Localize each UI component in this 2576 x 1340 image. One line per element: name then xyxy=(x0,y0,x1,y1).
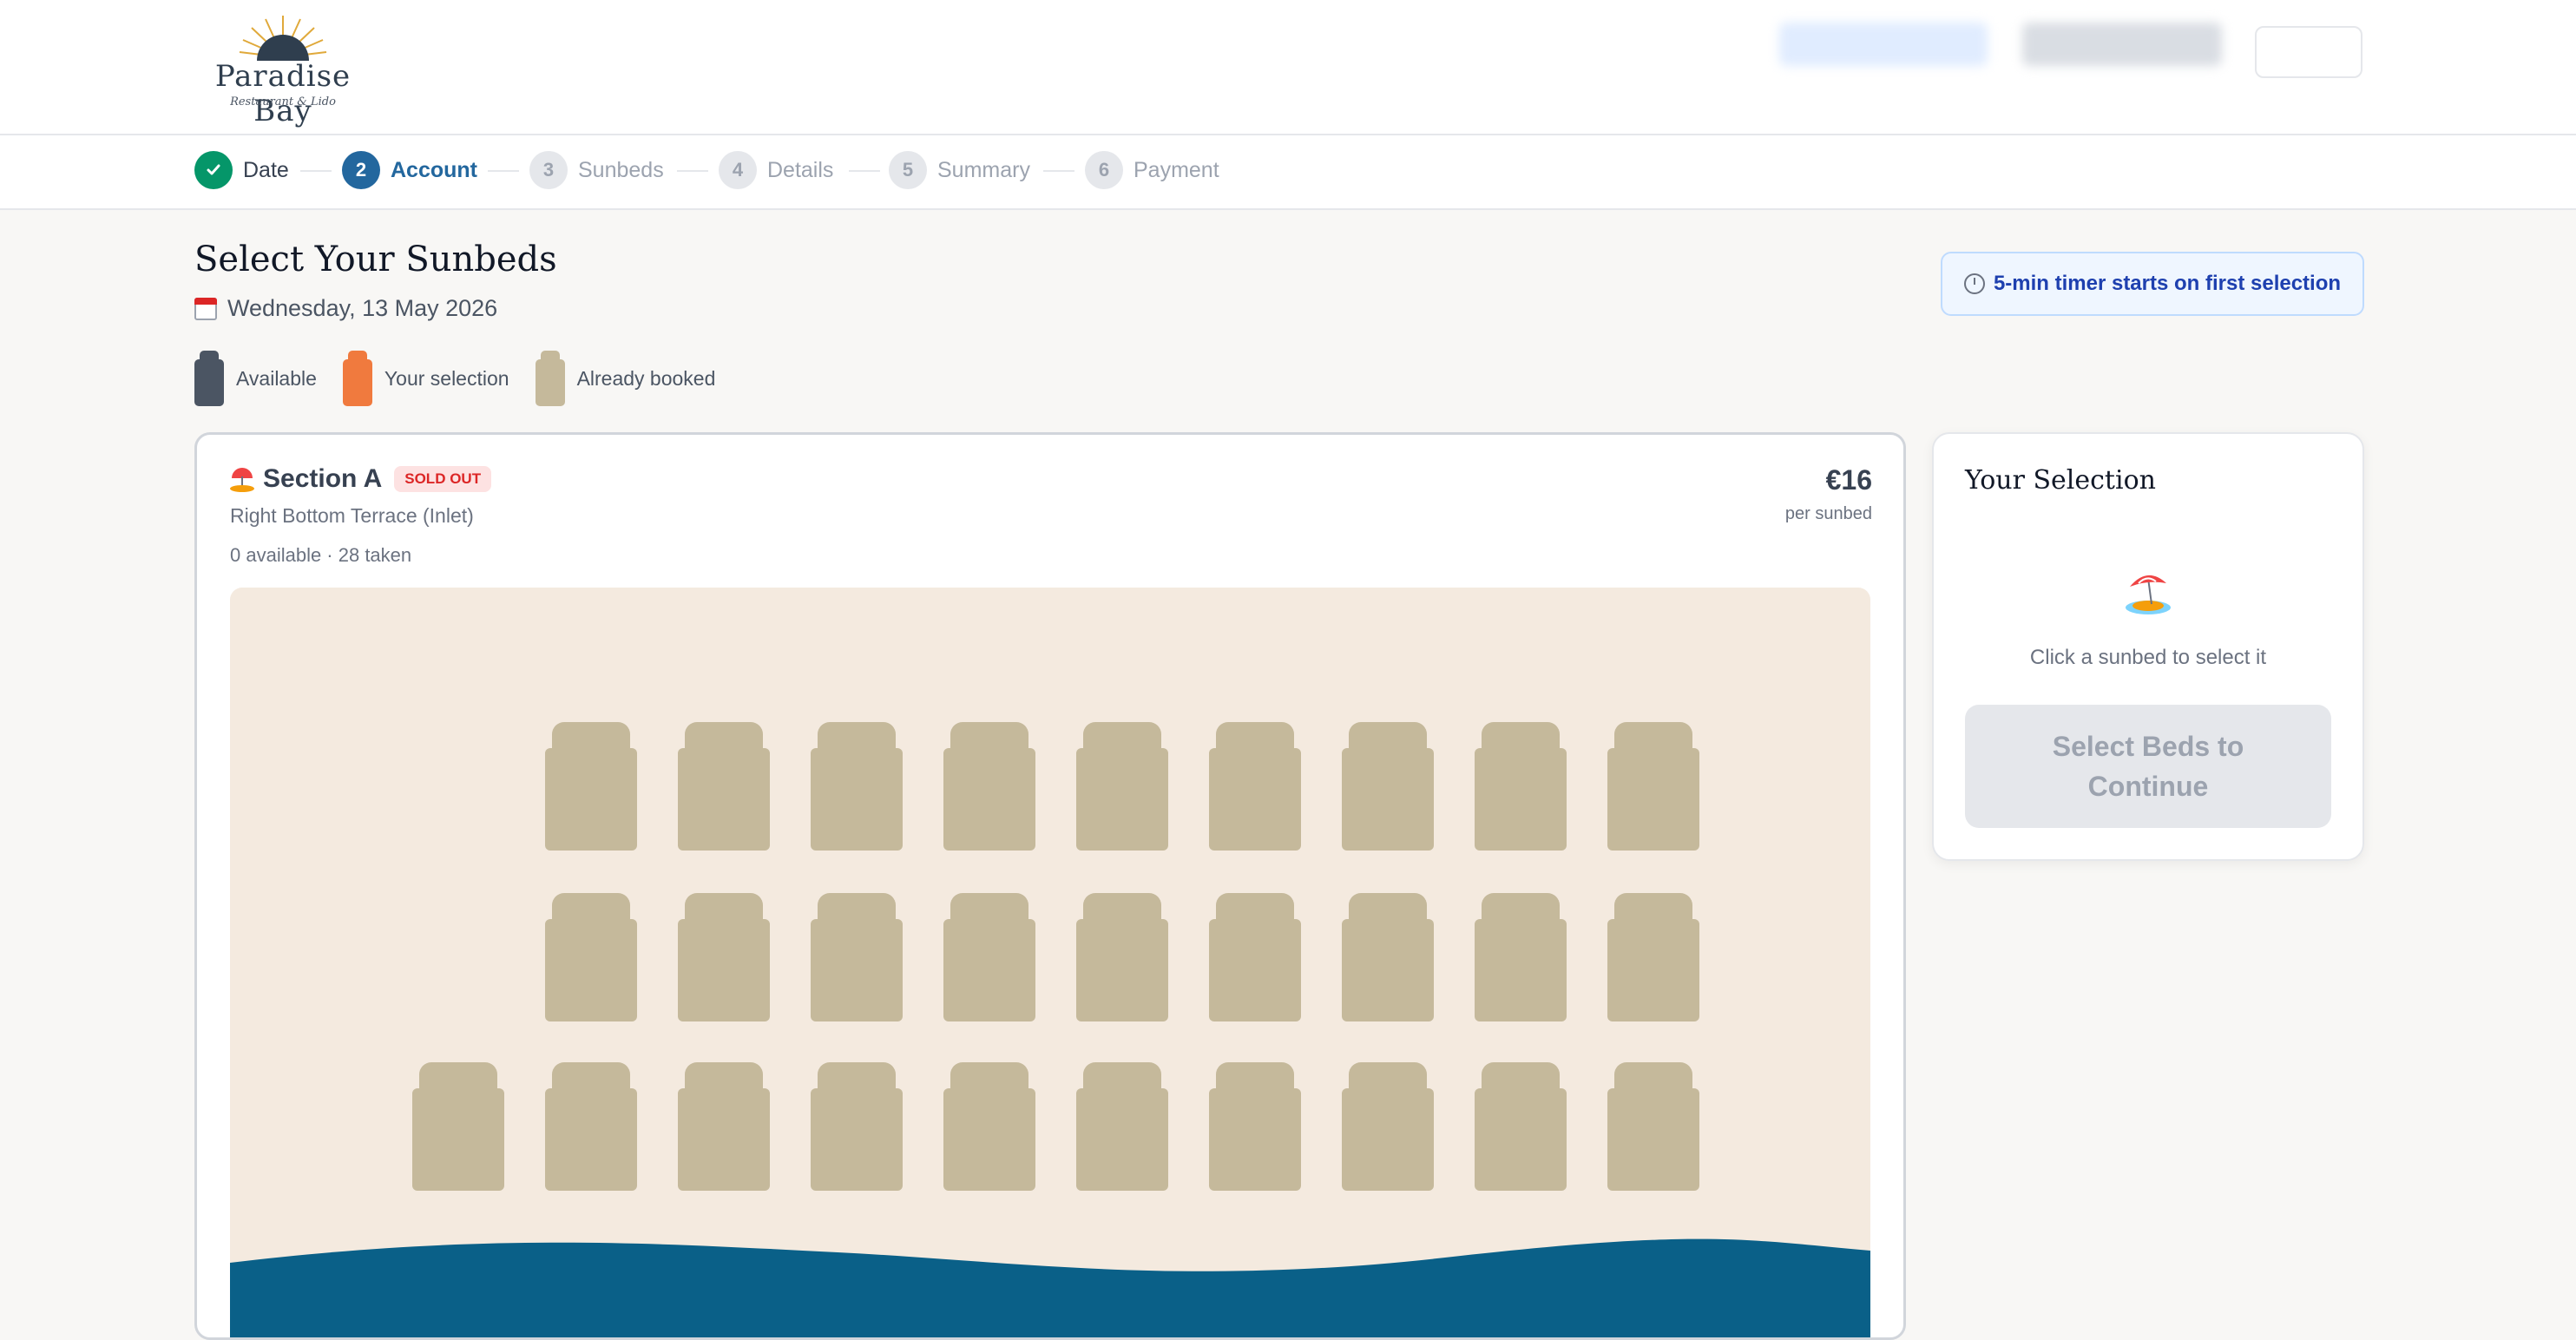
check-icon xyxy=(194,151,233,189)
sunbed-booked xyxy=(1475,722,1567,851)
step-account[interactable]: 2 Account xyxy=(342,151,477,189)
step-details: 4 Details xyxy=(719,151,833,189)
brand-tagline: Restaurant & Lido xyxy=(230,95,336,108)
sunbed-booked xyxy=(545,722,637,851)
site-header: Paradise Bay Restaurant & Lido xyxy=(0,0,2576,135)
legend-label: Available xyxy=(236,366,317,390)
header-nav-blurred[interactable] xyxy=(1779,23,1988,66)
sunbed-booked xyxy=(1607,893,1699,1021)
sea-wave xyxy=(230,1238,1870,1337)
sunbed-booked xyxy=(1342,893,1434,1021)
legend-selection: Your selection xyxy=(342,351,509,406)
booking-stepper: Date 2 Account 3 Sunbeds 4 Details 5 Sum… xyxy=(0,135,2576,210)
section-header: Section A SOLD OUT xyxy=(230,464,492,494)
step-label: Date xyxy=(243,157,289,182)
step-number: 6 xyxy=(1085,151,1123,189)
page-title: Select Your Sunbeds xyxy=(194,240,557,279)
sunbed-legend: Available Your selection Already booked xyxy=(194,351,741,406)
step-label: Summary xyxy=(937,157,1030,182)
sunbed-booked xyxy=(1076,722,1168,851)
sunbed-booked xyxy=(678,893,770,1021)
sunbed-booked xyxy=(811,1062,903,1191)
step-summary: 5 Summary xyxy=(889,151,1030,189)
selected-date-text: Wednesday, 13 May 2026 xyxy=(227,295,498,321)
sunbed-selected-icon xyxy=(342,351,372,406)
legend-label: Your selection xyxy=(384,366,509,390)
step-number: 3 xyxy=(529,151,568,189)
step-label: Account xyxy=(391,157,477,182)
timer-notice-text: 5-min timer starts on first selection xyxy=(1993,272,2342,295)
step-number: 4 xyxy=(719,151,757,189)
legend-label: Already booked xyxy=(576,366,716,390)
sun-logo-icon xyxy=(239,16,327,61)
step-number: 5 xyxy=(889,151,927,189)
selection-title: Your Selection xyxy=(1965,465,2156,496)
brand-logo[interactable]: Paradise Bay Restaurant & Lido xyxy=(205,10,361,128)
sunbed-booked xyxy=(1076,893,1168,1021)
sunbed-map xyxy=(230,588,1870,1337)
sunbed-booked xyxy=(412,1062,504,1191)
step-divider xyxy=(849,170,880,172)
sunbed-booked xyxy=(1076,1062,1168,1191)
sunbed-booked xyxy=(678,1062,770,1191)
sunbed-booked xyxy=(678,722,770,851)
header-login-button[interactable] xyxy=(2255,26,2362,78)
step-sunbeds: 3 Sunbeds xyxy=(529,151,664,189)
sunbed-booked xyxy=(811,722,903,851)
step-number: 2 xyxy=(342,151,380,189)
sunbed-booked xyxy=(943,1062,1035,1191)
selection-hint: Click a sunbed to select it xyxy=(2029,646,2267,669)
header-account-blurred[interactable] xyxy=(2022,23,2222,66)
sunbed-booked xyxy=(1342,722,1434,851)
step-divider xyxy=(1043,170,1074,172)
sunbed-booked xyxy=(545,1062,637,1191)
sunbed-booked-icon xyxy=(535,351,565,406)
step-divider xyxy=(488,170,519,172)
sunbed-booked xyxy=(1475,893,1567,1021)
sunbed-available-icon xyxy=(194,351,224,406)
sunbed-booked xyxy=(1209,893,1301,1021)
sunbed-booked xyxy=(943,893,1035,1021)
beach-umbrella-icon xyxy=(230,466,254,492)
step-payment: 6 Payment xyxy=(1085,151,1219,189)
section-subtitle: Right Bottom Terrace (Inlet) xyxy=(230,504,474,527)
brand-name: Paradise Bay xyxy=(214,59,352,128)
step-divider xyxy=(677,170,708,172)
step-label: Sunbeds xyxy=(578,157,664,182)
sunbed-booked xyxy=(1209,1062,1301,1191)
section-availability: 0 available · 28 taken xyxy=(230,544,412,566)
selected-date: Wednesday, 13 May 2026 xyxy=(194,295,497,322)
step-label: Payment xyxy=(1134,157,1219,182)
legend-available: Available xyxy=(194,351,317,406)
sunbed-booked xyxy=(1209,722,1301,851)
legend-booked: Already booked xyxy=(535,351,716,406)
stopwatch-icon xyxy=(1963,273,1985,294)
sunbed-booked xyxy=(1475,1062,1567,1191)
step-label: Details xyxy=(767,157,834,182)
sunbed-booked xyxy=(1607,1062,1699,1191)
timer-notice: 5-min timer starts on first selection xyxy=(1941,252,2364,316)
beach-umbrella-icon xyxy=(2126,575,2171,614)
sold-out-badge: SOLD OUT xyxy=(394,466,492,492)
selection-panel: Your Selection Click a sunbed to select … xyxy=(1932,432,2364,861)
step-date[interactable]: Date xyxy=(194,151,289,189)
calendar-icon xyxy=(194,297,217,320)
sunbed-booked xyxy=(943,722,1035,851)
sunbed-booked xyxy=(545,893,637,1021)
sunbed-booked xyxy=(1342,1062,1434,1191)
section-price: €16 xyxy=(1825,464,1872,496)
section-card: Section A SOLD OUT Right Bottom Terrace … xyxy=(194,432,1906,1340)
section-price-unit: per sunbed xyxy=(1784,504,1872,523)
sunbed-booked xyxy=(811,893,903,1021)
sunbed-booked xyxy=(1607,722,1699,851)
continue-button[interactable]: Select Beds to Continue xyxy=(1965,705,2331,828)
step-divider xyxy=(300,170,332,172)
section-name: Section A xyxy=(263,464,383,493)
